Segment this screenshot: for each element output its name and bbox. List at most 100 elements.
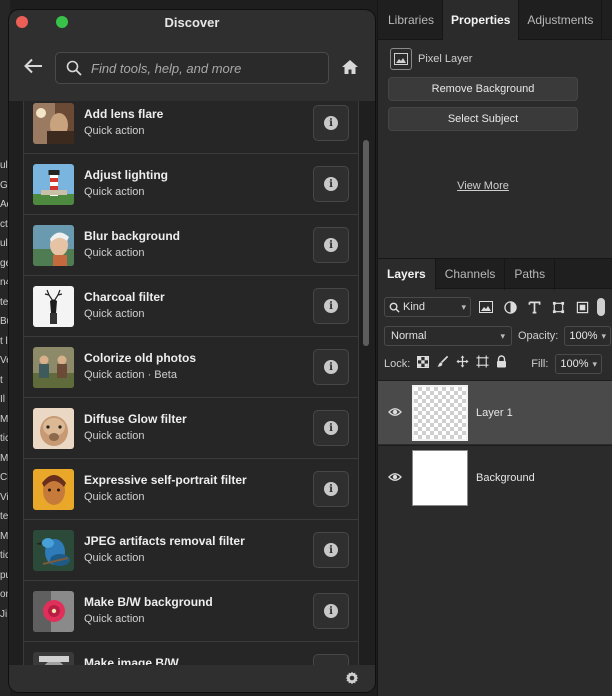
lock-label: Lock: — [384, 358, 411, 370]
search-icon — [66, 60, 82, 76]
lock-all-icon[interactable] — [496, 355, 507, 373]
tab-properties[interactable]: Properties — [443, 0, 520, 40]
item-subtitle: Quick action · Beta — [84, 369, 177, 381]
tab-channels[interactable]: Channels — [436, 259, 506, 290]
info-icon: i — [324, 299, 338, 313]
select-subject-button[interactable]: Select Subject — [388, 107, 578, 131]
layer-row-layer-1[interactable]: Layer 1 — [378, 380, 612, 444]
visibility-eye-icon[interactable] — [378, 469, 412, 487]
item-title: Blur background — [84, 229, 181, 243]
lighthouse-thumbnail — [33, 164, 74, 205]
filter-kind-select[interactable]: Kind ▾ — [384, 297, 471, 317]
fill-field[interactable]: 100% ▾ — [555, 354, 603, 374]
item-subtitle: Quick action — [84, 125, 145, 137]
list-item[interactable]: Add lens flare Quick action i — [24, 101, 358, 154]
results-scrollbar[interactable] — [363, 140, 369, 346]
tab-paths[interactable]: Paths — [505, 259, 556, 290]
chevron-down-icon: ▾ — [592, 358, 598, 369]
list-item[interactable]: Expressive self-portrait filter Quick ac… — [24, 459, 358, 520]
item-title: Colorize old photos — [84, 351, 196, 365]
background-text-fragment: Vi — [0, 491, 9, 503]
tab-adjustments[interactable]: Adjustments — [519, 0, 603, 40]
background-text-fragment: Ji — [0, 608, 8, 620]
tab-layers[interactable]: Layers — [378, 259, 436, 290]
smart-object-filter-icon[interactable] — [573, 298, 591, 316]
llama-thumbnail — [33, 408, 74, 449]
info-button[interactable]: i — [313, 166, 349, 202]
item-title: Make image B/W — [84, 656, 179, 665]
opacity-value: 100% — [569, 330, 598, 342]
item-subtitle: Quick action — [84, 186, 145, 198]
filter-toggle-switch[interactable] — [597, 298, 605, 316]
info-button[interactable]: i — [313, 349, 349, 385]
tab-libraries[interactable]: Libraries — [378, 0, 444, 40]
layer-row-background[interactable]: Background — [378, 445, 612, 509]
pixel-layer-row: Pixel Layer — [390, 48, 472, 70]
info-button[interactable]: i — [313, 410, 349, 446]
home-icon[interactable] — [341, 59, 359, 80]
lock-brush-icon[interactable] — [436, 355, 449, 373]
chevron-down-icon: ▾ — [461, 301, 466, 312]
list-item[interactable]: Make B/W background Quick action i — [24, 581, 358, 642]
pixel-filter-icon[interactable] — [477, 298, 495, 316]
info-button[interactable]: i — [313, 532, 349, 568]
list-item[interactable]: Blur background Quick action i — [24, 215, 358, 276]
layer-thumbnail — [412, 449, 468, 506]
layer-name: Layer 1 — [476, 406, 513, 419]
colorize-photos-thumbnail — [33, 347, 74, 388]
info-button[interactable]: i — [313, 227, 349, 263]
shape-filter-icon[interactable] — [549, 298, 567, 316]
info-button[interactable]: i — [313, 471, 349, 507]
layer-filter-row: Kind ▾ — [384, 297, 605, 317]
info-icon: i — [324, 177, 338, 191]
info-button[interactable]: i — [313, 288, 349, 324]
info-button[interactable]: i — [313, 654, 349, 665]
discover-dialog: Discover Find tools, help, and more Add … — [9, 10, 375, 692]
layer-name: Background — [476, 471, 535, 484]
item-title: Make B/W background — [84, 595, 213, 609]
list-item[interactable]: JPEG artifacts removal filter Quick acti… — [24, 520, 358, 581]
background-text-fragment: te — [0, 511, 9, 522]
search-placeholder: Find tools, help, and more — [91, 60, 242, 76]
visibility-eye-icon[interactable] — [378, 404, 412, 422]
right-panel-dock: Libraries Properties Adjustments Pixel L… — [377, 0, 612, 696]
list-item[interactable]: Charcoal filter Quick action i — [24, 276, 358, 337]
item-subtitle: Quick action — [84, 613, 145, 625]
fill-label: Fill: — [531, 358, 549, 370]
item-subtitle: Quick action — [84, 552, 145, 564]
pixel-layer-icon — [390, 48, 412, 70]
list-item[interactable]: Make image B/W i — [24, 642, 358, 665]
blend-mode-select[interactable]: Normal ▾ — [384, 326, 512, 346]
view-more-link[interactable]: View More — [378, 180, 588, 192]
info-icon: i — [324, 421, 338, 435]
filter-kind-label: Kind — [403, 301, 426, 313]
results-area: Add lens flare Quick action i Adjust lig… — [9, 101, 375, 665]
item-title: Diffuse Glow filter — [84, 412, 187, 426]
blend-mode-value: Normal — [391, 330, 427, 342]
gear-icon[interactable] — [345, 671, 359, 690]
chevron-down-icon: ▾ — [500, 330, 505, 341]
adjustment-filter-icon[interactable] — [501, 298, 519, 316]
charcoal-deer-thumbnail — [33, 286, 74, 327]
info-button[interactable]: i — [313, 593, 349, 629]
lock-move-icon[interactable] — [456, 355, 469, 373]
opacity-field[interactable]: 100% ▾ — [564, 326, 612, 346]
list-item[interactable]: Diffuse Glow filter Quick action i — [24, 398, 358, 459]
back-arrow-icon[interactable] — [23, 58, 43, 79]
list-item[interactable]: Colorize old photos Quick action · Beta … — [24, 337, 358, 398]
lock-row: Lock: Fill: 100% ▾ — [384, 354, 603, 374]
type-filter-icon[interactable] — [525, 298, 543, 316]
properties-tabbar: Libraries Properties Adjustments — [378, 0, 612, 40]
info-icon: i — [324, 482, 338, 496]
info-button[interactable]: i — [313, 105, 349, 141]
item-subtitle: Quick action — [84, 491, 145, 503]
search-input[interactable]: Find tools, help, and more — [55, 52, 329, 84]
remove-background-button[interactable]: Remove Background — [388, 77, 578, 101]
lock-transparent-icon[interactable] — [417, 355, 430, 373]
lens-flare-thumbnail — [33, 103, 74, 144]
info-icon: i — [324, 543, 338, 557]
self-portrait-thumbnail — [33, 469, 74, 510]
list-item[interactable]: Adjust lighting Quick action i — [24, 154, 358, 215]
pixel-layer-label: Pixel Layer — [418, 53, 473, 65]
lock-artboard-icon[interactable] — [476, 355, 489, 373]
